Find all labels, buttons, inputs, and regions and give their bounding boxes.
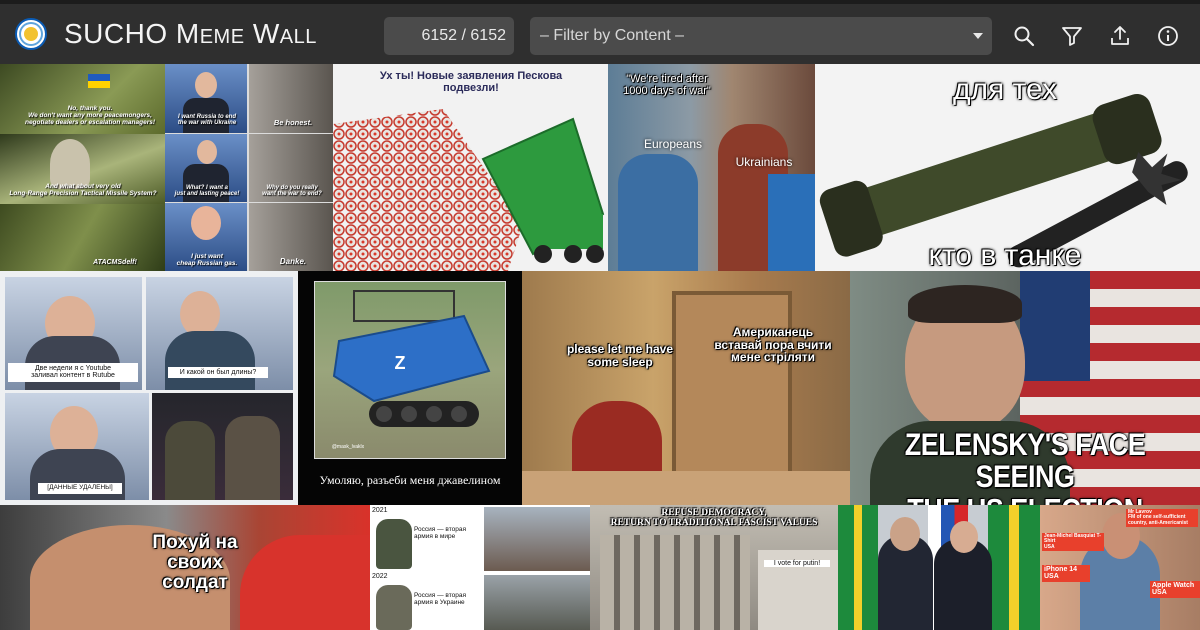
meme-caption: для тех	[952, 73, 1058, 106]
meme-image	[618, 154, 698, 271]
meme-caption: Why do you really want the war to end?	[262, 185, 322, 198]
product-tag: Jean-Michel Basquiat T-Shirt USA	[1042, 533, 1104, 551]
meme-image	[191, 206, 221, 240]
meme-image	[165, 331, 255, 390]
meme-tile-armwrestle[interactable]: Похуй на своих солдат	[0, 505, 370, 630]
meme-image	[522, 471, 850, 505]
meme-caption: REFUSE DEMOCRACY, RETURN TO TRADITIONAL …	[610, 508, 818, 528]
meme-image	[50, 139, 90, 189]
brazil-flag-icon	[838, 505, 878, 630]
meme-image	[890, 517, 920, 551]
sucho-logo[interactable]	[15, 18, 47, 50]
meme-caption: Ukrainians	[735, 155, 793, 169]
meme-caption: кто в танке	[928, 239, 1082, 271]
meme-image	[195, 72, 217, 98]
meme-caption: Россия — вторая армия в Украине	[414, 592, 467, 606]
meme-caption: And what about very old Long-Range Preci…	[9, 183, 157, 197]
sign-text: I vote for putin!	[764, 560, 830, 568]
meme-tile-gandalf[interactable]: No, thank you. We don't want any more pe…	[0, 64, 165, 271]
upload-icon[interactable]	[1108, 24, 1132, 48]
meme-caption: Умоляю, разъеби меня джавелином	[319, 473, 501, 487]
filter-icon[interactable]	[1060, 24, 1084, 48]
meme-caption: No, thank you. We don't want any more pe…	[24, 105, 156, 126]
meme-image	[484, 507, 590, 571]
content-filter-select[interactable]: – Filter by Content –	[530, 17, 992, 55]
meme-tile-peskov[interactable]: Ух ты! Новые заявления Пескова подвезли!	[333, 64, 608, 271]
meme-image	[950, 521, 978, 553]
meme-caption: ATACMSdelf!	[93, 259, 137, 266]
meme-image	[225, 416, 280, 500]
meme-tile-lula-putin[interactable]	[838, 505, 1040, 630]
info-icon[interactable]	[1156, 24, 1180, 48]
meme-caption: I want Russia to end the war with Ukrain…	[177, 114, 237, 127]
meme-caption: Две недели я с Youtube заливал контент в…	[8, 363, 138, 382]
meme-caption: "We're tired after 1000 days of war"	[623, 73, 711, 97]
meme-image	[333, 109, 605, 271]
meme-tile-javelin[interactable]: для тех кто в танке	[815, 64, 1200, 271]
meme-image	[672, 291, 792, 481]
meme-image	[768, 174, 815, 271]
meme-tile-sleep[interactable]: please let me have some sleep Американец…	[522, 271, 850, 505]
meme-image	[376, 585, 412, 630]
top-bar: SUCHO Meme Wall 6152 / 6152 – Filter by …	[0, 0, 1200, 64]
meme-caption: Be honest.	[273, 118, 313, 127]
filter-select-value: – Filter by Content –	[540, 27, 685, 44]
product-tag: Mr Lavrov FM of one self-sufficient coun…	[1126, 509, 1198, 527]
product-tag: iPhone 14 USA	[1042, 565, 1090, 582]
meme-caption: Американець вставай пора вчити мене стрі…	[714, 325, 832, 365]
app-title: SUCHO Meme Wall	[64, 18, 317, 49]
meme-caption: Похуй на своих солдат	[152, 532, 238, 593]
meme-tile-singer[interactable]: Две недели я с Youtube заливал контент в…	[0, 271, 298, 505]
meme-tile-zelensky[interactable]: ZELENSKY'S FACE SEEING THE US ELECTION R…	[850, 271, 1200, 505]
meme-tile-lavrov[interactable]: Jean-Michel Basquiat T-Shirt USA Mr Lavr…	[1040, 505, 1200, 630]
product-tag: Apple Watch USA	[1150, 581, 1200, 598]
meme-image	[197, 140, 217, 164]
meme-caption: I just want cheap Russian gas.	[176, 253, 238, 267]
meme-caption: Ух ты! Новые заявления Пескова подвезли!	[379, 70, 563, 94]
meme-tile-robot-tank[interactable]: Z @mask_lvaklx Умоляю, разъеби меня джав…	[298, 271, 522, 505]
meme-image	[484, 575, 590, 630]
watermark: @mask_lvaklx	[331, 444, 365, 450]
meme-caption: Danke.	[279, 257, 307, 266]
meme-caption: [ДАННЫЕ УДАЛЕНЫ]	[38, 483, 122, 494]
meme-tile-europeans[interactable]: "We're tired after 1000 days of war" Eur…	[608, 64, 815, 271]
meme-tile-scholz[interactable]: I want Russia to end the war with Ukrain…	[165, 64, 333, 271]
meme-image	[908, 285, 1022, 323]
chevron-down-icon	[973, 33, 983, 39]
meme-caption: И какой он был длины?	[168, 367, 268, 379]
meme-caption: Россия — вторая армия в мире	[414, 526, 467, 540]
brazil-flag-icon	[988, 505, 1040, 630]
meme-year: 2021	[372, 507, 388, 514]
search-icon[interactable]	[1012, 24, 1036, 48]
meme-caption: ZELENSKY'S FACE SEEING THE US ELECTION R…	[904, 427, 1146, 505]
meme-counter: 6152 / 6152	[384, 17, 514, 55]
meme-image	[600, 535, 750, 630]
meme-image	[165, 421, 215, 500]
meme-year: 2022	[372, 573, 388, 580]
meme-image	[572, 401, 662, 481]
meme-caption: Europeans	[643, 137, 703, 151]
meme-image	[376, 519, 412, 569]
meme-tile-fascist[interactable]: REFUSE DEMOCRACY, RETURN TO TRADITIONAL …	[590, 505, 838, 630]
meme-tile-army[interactable]: 2021 Россия — вторая армия в мире 2022 Р…	[370, 505, 590, 630]
ukraine-flag-icon	[88, 74, 110, 88]
meme-caption: please let me have some sleep	[566, 342, 674, 369]
z-mark: Z	[394, 353, 406, 373]
meme-caption: What? I want a just and lasting peace!	[174, 185, 240, 198]
